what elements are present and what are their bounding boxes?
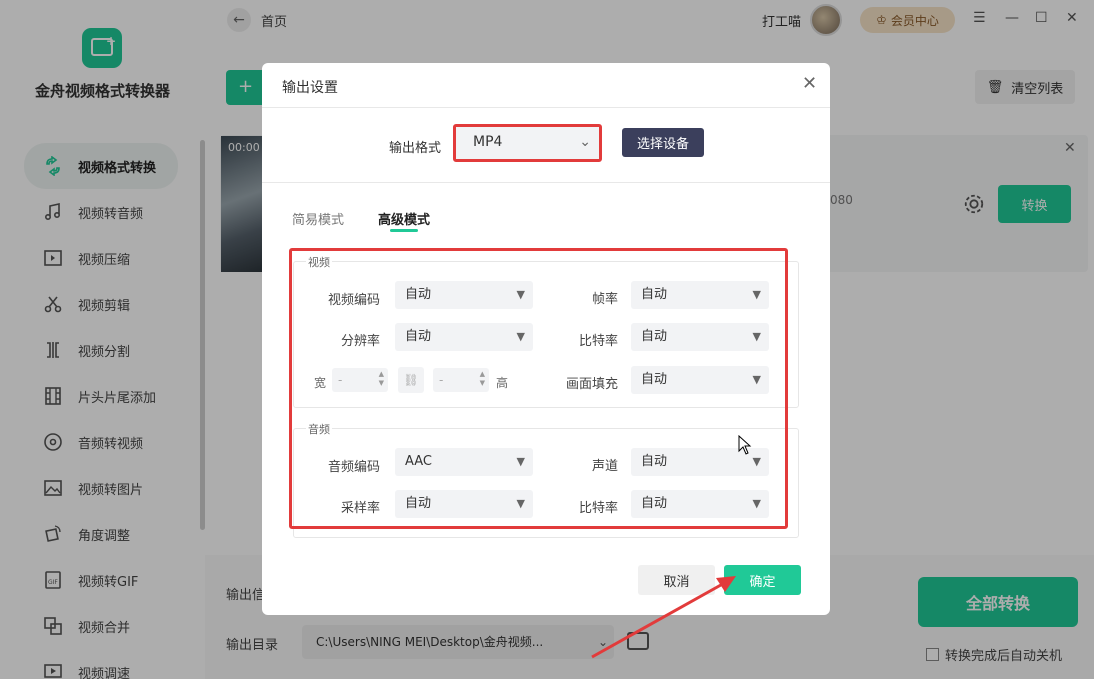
mouse-cursor-icon: [738, 435, 752, 455]
dialog-title: 输出设置: [282, 80, 338, 96]
height-value: -: [439, 373, 444, 387]
samplerate-value: 自动: [405, 496, 432, 511]
chevron-down-icon: ▼: [752, 288, 761, 301]
audio-section-title: 音频: [306, 421, 332, 437]
channel-label: 声道: [591, 459, 618, 474]
fps-select[interactable]: 自动 ▼: [631, 281, 769, 309]
audio-codec-label: 音频编码: [327, 460, 380, 475]
audio-codec-select[interactable]: AAC ▼: [395, 448, 533, 476]
samplerate-label: 采样率: [340, 501, 380, 516]
audio-bitrate-select[interactable]: 自动 ▼: [631, 490, 769, 518]
video-codec-select[interactable]: 自动 ▼: [395, 281, 533, 309]
tab-advanced-mode[interactable]: 高级模式: [378, 209, 430, 228]
spin-arrows-icon[interactable]: ▲ ▼: [379, 370, 384, 388]
link-ratio-icon[interactable]: ⛓: [398, 367, 424, 393]
fps-label: 帧率: [591, 292, 618, 307]
audio-bitrate-value: 自动: [641, 496, 668, 511]
output-format-select[interactable]: MP4 ⌄: [453, 124, 602, 162]
output-settings-dialog: 输出设置 ✕ 输出格式 MP4 ⌄ 选择设备 简易模式 高级模式 视频 视频编码 …: [262, 63, 830, 615]
confirm-button[interactable]: 确定: [724, 565, 801, 595]
cancel-button[interactable]: 取消: [638, 565, 715, 595]
width-label: 宽: [313, 376, 326, 390]
output-format-value: MP4: [473, 134, 503, 150]
height-label: 高: [496, 376, 509, 390]
resolution-value: 自动: [405, 329, 432, 344]
chevron-down-icon: ▼: [752, 373, 761, 386]
active-tab-indicator: [390, 229, 418, 232]
resolution-label: 分辨率: [340, 334, 380, 349]
video-bitrate-label: 比特率: [578, 334, 618, 349]
chevron-down-icon: ▼: [516, 330, 525, 343]
app-window: + 金舟视频格式转换器 视频格式转换 视频转音频 视频压缩 视频剪辑 视频分割 片头片尾添…: [0, 0, 1094, 679]
video-bitrate-select[interactable]: 自动 ▼: [631, 323, 769, 351]
output-format-label: 输出格式: [389, 141, 442, 156]
audio-codec-value: AAC: [405, 454, 432, 469]
select-device-button[interactable]: 选择设备: [622, 128, 704, 157]
width-input[interactable]: - ▲ ▼: [332, 368, 388, 392]
samplerate-select[interactable]: 自动 ▼: [395, 490, 533, 518]
fill-label: 画面填充: [565, 377, 618, 392]
chevron-down-icon: ▼: [516, 497, 525, 510]
close-icon[interactable]: ✕: [802, 73, 817, 94]
audio-bitrate-label: 比特率: [578, 501, 618, 516]
video-bitrate-value: 自动: [641, 329, 668, 344]
width-value: -: [338, 373, 343, 387]
video-codec-value: 自动: [405, 287, 432, 302]
video-section-title: 视频: [306, 254, 332, 270]
chevron-down-icon: ▼: [752, 497, 761, 510]
height-input[interactable]: - ▲ ▼: [433, 368, 489, 392]
chevron-down-icon: ▼: [516, 455, 525, 468]
chevron-down-icon: ▼: [752, 455, 761, 468]
fps-value: 自动: [641, 287, 668, 302]
fill-select[interactable]: 自动 ▼: [631, 366, 769, 394]
video-codec-label: 视频编码: [327, 293, 380, 308]
channel-value: 自动: [641, 454, 668, 469]
resolution-select[interactable]: 自动 ▼: [395, 323, 533, 351]
fill-value: 自动: [641, 372, 668, 387]
audio-section: [293, 428, 799, 538]
spin-arrows-icon[interactable]: ▲ ▼: [480, 370, 485, 388]
chevron-down-icon: ▼: [516, 288, 525, 301]
chevron-down-icon: ⌄: [579, 134, 591, 150]
tab-simple-mode[interactable]: 简易模式: [292, 209, 344, 228]
chevron-down-icon: ▼: [752, 330, 761, 343]
